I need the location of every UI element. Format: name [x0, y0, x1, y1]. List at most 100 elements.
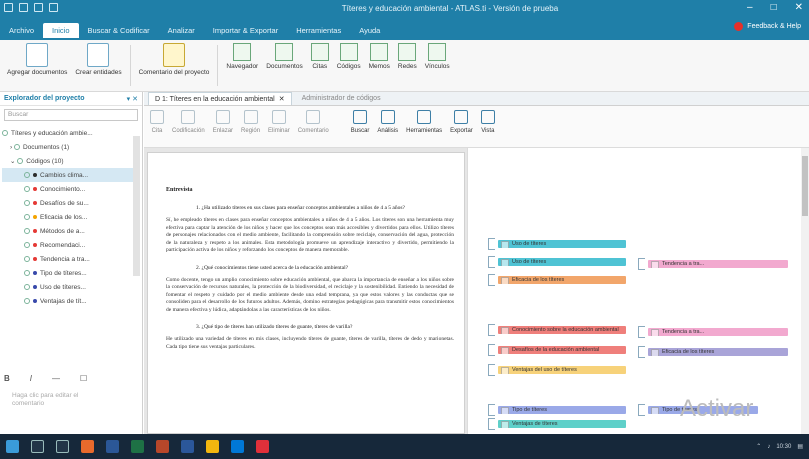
toolbar-button[interactable]: Región — [241, 110, 260, 134]
code-item[interactable]: Tendencia a tra... — [2, 252, 140, 266]
toolbar-button[interactable]: Enlazar — [213, 110, 233, 134]
search-input[interactable]: Buscar — [4, 109, 138, 121]
tab-analizar[interactable]: Analizar — [159, 23, 204, 38]
store-icon[interactable] — [231, 440, 244, 453]
quote-bracket[interactable] — [488, 256, 495, 268]
excel-icon[interactable] — [131, 440, 144, 453]
code-tag[interactable]: Conocimiento sobre la educación ambienta… — [498, 326, 626, 334]
word-icon[interactable] — [181, 440, 194, 453]
undo-icon[interactable] — [34, 3, 43, 12]
quote-bracket[interactable] — [488, 364, 495, 376]
code-item[interactable]: Eficacia de los... — [2, 210, 140, 224]
code-item[interactable]: Conocimiento... — [2, 182, 140, 196]
comment-hint[interactable]: Haga clic para editar el comentario — [12, 392, 102, 408]
tab-buscar-codificar[interactable]: Buscar & Codificar — [79, 23, 159, 38]
search-icon[interactable] — [31, 440, 44, 453]
windows-start-icon[interactable] — [6, 440, 19, 453]
documents-button[interactable]: Documentos — [263, 43, 306, 88]
tab-importar-exportar[interactable]: Importar & Exportar — [204, 23, 287, 38]
quote-bracket[interactable] — [638, 404, 645, 416]
tree-project[interactable]: Títeres y educación ambie... — [2, 126, 140, 140]
tree-documents[interactable]: › Documentos (1) — [2, 140, 140, 154]
code-tag[interactable]: Uso de títeres — [498, 258, 626, 266]
close-icon[interactable]: ✕ — [795, 2, 803, 13]
code-item[interactable]: Tipo de títeres... — [2, 266, 140, 280]
close-tab-icon[interactable]: ✕ — [279, 95, 285, 103]
quote-bracket[interactable] — [488, 344, 495, 356]
tab-herramientas[interactable]: Herramientas — [287, 23, 350, 38]
toolbar-button[interactable]: Eliminar — [268, 110, 290, 134]
quote-bracket[interactable] — [488, 324, 495, 336]
toolbar-button[interactable]: Análisis — [377, 110, 398, 134]
quotes-button[interactable]: Citas — [308, 43, 332, 88]
code-item[interactable]: Ventajas de tít... — [2, 294, 140, 308]
add-documents-button[interactable]: Agregar documentos — [4, 43, 70, 88]
notification-icon[interactable]: ▤ — [797, 443, 803, 450]
quote-bracket[interactable] — [488, 238, 495, 250]
more-icon[interactable]: — — [52, 374, 60, 383]
volume-icon[interactable]: ♪ — [767, 444, 770, 450]
code-item[interactable]: Métodos de a... — [2, 224, 140, 238]
powerpoint-icon[interactable] — [156, 440, 169, 453]
code-tag[interactable]: Uso de títeres — [498, 240, 626, 248]
project-comment-button[interactable]: Comentario del proyecto — [136, 43, 213, 88]
feedback-area[interactable]: Feedback & Help — [734, 22, 801, 31]
toolbar-button[interactable]: Comentario — [298, 110, 329, 134]
edge-icon[interactable] — [106, 440, 119, 453]
pin-icon[interactable]: ▾ ✕ — [127, 95, 138, 103]
code-item[interactable]: Desafíos de su... — [2, 196, 140, 210]
quote-bracket[interactable] — [638, 258, 645, 270]
tab-archivo[interactable]: Archivo — [0, 23, 43, 38]
links-button[interactable]: Vínculos — [422, 43, 453, 88]
scrollbar[interactable] — [801, 148, 809, 434]
code-tag[interactable]: Desafíos de la educación ambiental — [498, 346, 626, 354]
scrollbar-thumb[interactable] — [802, 156, 808, 216]
task-view-icon[interactable] — [56, 440, 69, 453]
quote-bracket[interactable] — [488, 274, 495, 286]
format-options-icon[interactable]: ☐ — [80, 374, 87, 383]
tab-inicio[interactable]: Inicio — [43, 23, 79, 38]
toolbar-button[interactable]: Codificación — [172, 110, 205, 134]
atlas-ti-icon[interactable] — [256, 440, 269, 453]
maximize-icon[interactable]: □ — [771, 2, 777, 13]
minimize-icon[interactable]: – — [747, 2, 753, 13]
codes-button[interactable]: Códigos — [334, 43, 364, 88]
navigator-button[interactable]: Navegador — [223, 43, 261, 88]
collapse-icon[interactable]: ⌄ — [10, 157, 17, 165]
save-icon[interactable] — [19, 3, 28, 12]
quote-bracket[interactable] — [638, 346, 645, 358]
bold-icon[interactable]: B — [4, 374, 10, 383]
code-item[interactable]: Recomendaci... — [2, 238, 140, 252]
network-icon[interactable]: ⌃ — [756, 443, 761, 450]
toolbar-button[interactable]: Exportar — [450, 110, 473, 134]
italic-icon[interactable]: I — [30, 374, 32, 383]
toolbar-button[interactable]: Buscar — [351, 110, 369, 134]
code-tag[interactable]: Tendencia a tra... — [648, 260, 788, 268]
quote-bracket[interactable] — [488, 404, 495, 416]
tab-document[interactable]: D 1: Títeres en la educación ambiental ✕ — [148, 92, 292, 105]
toolbar-button[interactable]: Cita — [150, 110, 164, 134]
scrollbar[interactable] — [133, 136, 140, 276]
quote-bracket[interactable] — [488, 418, 495, 430]
code-tag[interactable]: Eficacia de los títeres — [498, 276, 626, 284]
redo-icon[interactable] — [49, 3, 58, 12]
toolbar-button[interactable]: Herramientas — [406, 110, 442, 134]
create-entities-button[interactable]: Crear entidades — [72, 43, 124, 88]
code-tag[interactable]: Eficacia de los títeres — [648, 348, 788, 356]
document-page[interactable]: Entrevista 1. ¿Ha utilizado títeres en s… — [147, 152, 465, 434]
code-tag[interactable]: Ventajas del uso de títeres — [498, 366, 626, 374]
memos-button[interactable]: Memos — [366, 43, 393, 88]
code-tag[interactable]: Tipo de títeres — [498, 406, 626, 414]
clock[interactable]: 10:30 — [776, 444, 791, 450]
code-item[interactable]: Cambios clima... — [2, 168, 140, 182]
tab-ayuda[interactable]: Ayuda — [350, 23, 389, 38]
chrome-icon[interactable] — [206, 440, 219, 453]
code-tag[interactable]: Ventajas de títeres — [498, 420, 626, 428]
toolbar-button[interactable]: Vista — [480, 110, 495, 134]
firefox-icon[interactable] — [81, 440, 94, 453]
tree-codes[interactable]: ⌄ Códigos (10) — [2, 154, 140, 168]
code-tag[interactable]: Tendencia a tra... — [648, 328, 788, 336]
quote-bracket[interactable] — [638, 326, 645, 338]
code-item[interactable]: Uso de títeres... — [2, 280, 140, 294]
networks-button[interactable]: Redes — [395, 43, 420, 88]
